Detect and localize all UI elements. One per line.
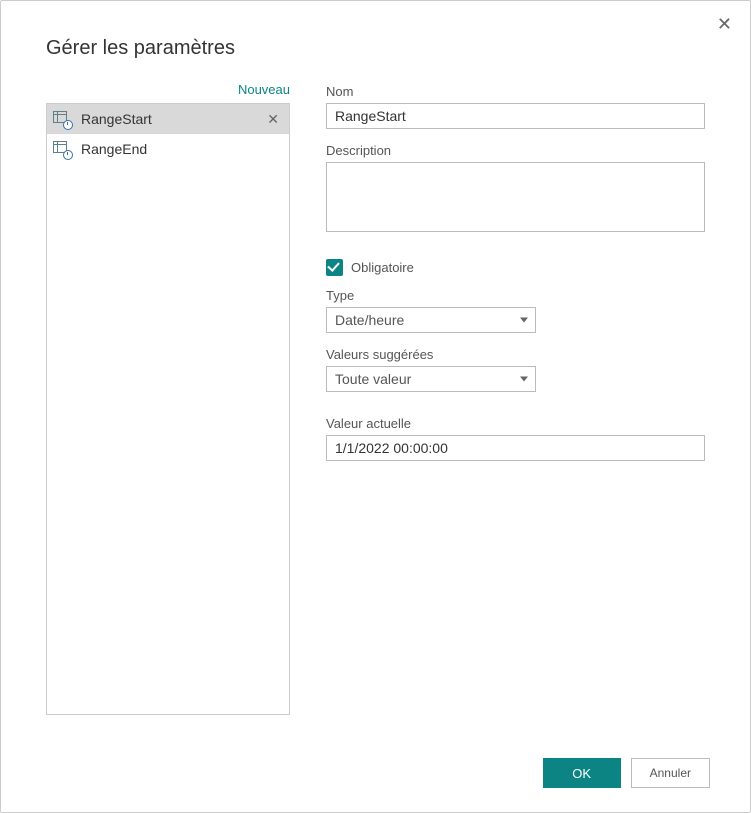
parameter-item-label: RangeEnd xyxy=(81,141,281,157)
description-label: Description xyxy=(326,143,705,158)
cancel-button[interactable]: Annuler xyxy=(631,758,710,788)
delete-parameter-icon[interactable]: ✕ xyxy=(265,111,281,128)
parameter-form: Nom Description Obligatoire Type Date/he… xyxy=(326,82,705,715)
parameter-sidebar: Nouveau RangeStart ✕ RangeEnd xyxy=(46,82,290,715)
parameter-item-rangestart[interactable]: RangeStart ✕ xyxy=(47,104,289,134)
name-input[interactable] xyxy=(326,103,705,129)
type-select[interactable]: Date/heure xyxy=(326,307,536,333)
parameter-datetime-icon xyxy=(53,111,71,127)
parameter-list: RangeStart ✕ RangeEnd xyxy=(46,103,290,715)
description-input[interactable] xyxy=(326,162,705,232)
suggested-values-select-value: Toute valeur xyxy=(335,371,411,387)
type-select-value: Date/heure xyxy=(335,312,404,328)
ok-button[interactable]: OK xyxy=(543,758,621,788)
suggested-values-select[interactable]: Toute valeur xyxy=(326,366,536,392)
parameter-item-label: RangeStart xyxy=(81,111,265,127)
current-value-input[interactable] xyxy=(326,435,705,461)
new-parameter-link[interactable]: Nouveau xyxy=(46,82,290,103)
suggested-values-label: Valeurs suggérées xyxy=(326,347,705,362)
type-label: Type xyxy=(326,288,705,303)
close-icon[interactable]: ✕ xyxy=(717,15,732,33)
dialog-title: Gérer les paramètres xyxy=(1,1,750,82)
required-label: Obligatoire xyxy=(351,260,414,275)
name-label: Nom xyxy=(326,84,705,99)
required-checkbox[interactable] xyxy=(326,259,343,276)
parameter-datetime-icon xyxy=(53,141,71,157)
parameter-item-rangeend[interactable]: RangeEnd xyxy=(47,134,289,164)
current-value-label: Valeur actuelle xyxy=(326,416,705,431)
